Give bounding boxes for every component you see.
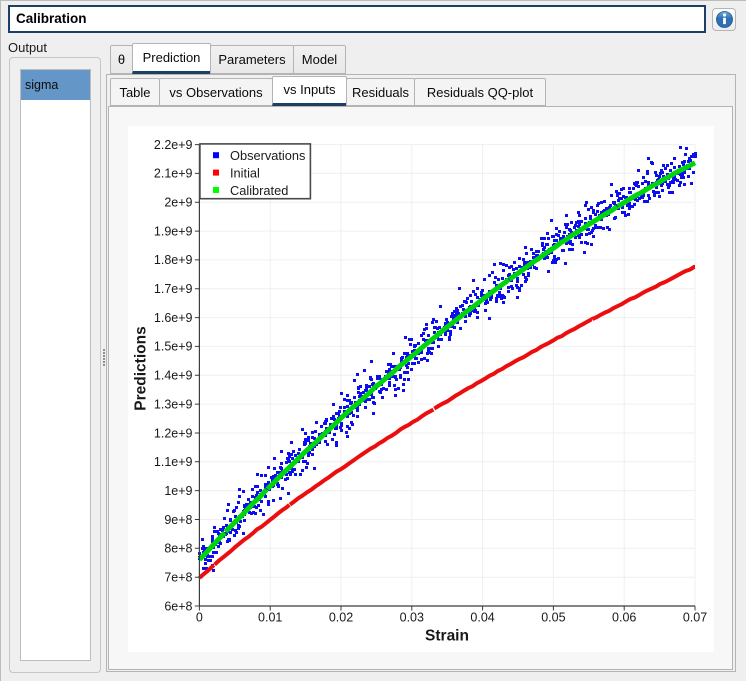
svg-text:0.03: 0.03 xyxy=(400,611,424,625)
svg-text:8e+8: 8e+8 xyxy=(164,542,192,556)
svg-text:0: 0 xyxy=(196,611,203,625)
svg-text:0.07: 0.07 xyxy=(683,611,707,625)
svg-text:1.9e+9: 1.9e+9 xyxy=(154,224,193,238)
svg-text:7e+8: 7e+8 xyxy=(164,571,192,585)
svg-text:1.3e+9: 1.3e+9 xyxy=(154,397,193,411)
svg-text:6e+8: 6e+8 xyxy=(164,599,192,613)
svg-text:0.06: 0.06 xyxy=(612,611,636,625)
svg-text:2.2e+9: 2.2e+9 xyxy=(154,138,193,152)
svg-text:Predictions: Predictions xyxy=(133,326,150,410)
svg-text:1.2e+9: 1.2e+9 xyxy=(154,426,193,440)
svg-text:1.6e+9: 1.6e+9 xyxy=(154,311,193,325)
svg-text:1.1e+9: 1.1e+9 xyxy=(154,455,193,469)
svg-text:Strain: Strain xyxy=(425,628,469,645)
svg-text:0.02: 0.02 xyxy=(329,611,353,625)
svg-text:0.01: 0.01 xyxy=(258,611,282,625)
svg-text:1e+9: 1e+9 xyxy=(164,484,192,498)
svg-text:Observations: Observations xyxy=(230,148,305,163)
svg-text:Initial: Initial xyxy=(230,166,260,181)
svg-text:1.5e+9: 1.5e+9 xyxy=(154,340,193,354)
svg-text:Calibrated: Calibrated xyxy=(230,183,288,198)
svg-text:1.4e+9: 1.4e+9 xyxy=(154,369,193,383)
svg-text:1.8e+9: 1.8e+9 xyxy=(154,253,193,267)
svg-text:0.04: 0.04 xyxy=(470,611,494,625)
svg-text:2e+9: 2e+9 xyxy=(164,196,192,210)
svg-text:0.05: 0.05 xyxy=(541,611,565,625)
svg-text:9e+8: 9e+8 xyxy=(164,513,192,527)
svg-text:2.1e+9: 2.1e+9 xyxy=(154,167,193,181)
svg-text:1.7e+9: 1.7e+9 xyxy=(154,282,193,296)
